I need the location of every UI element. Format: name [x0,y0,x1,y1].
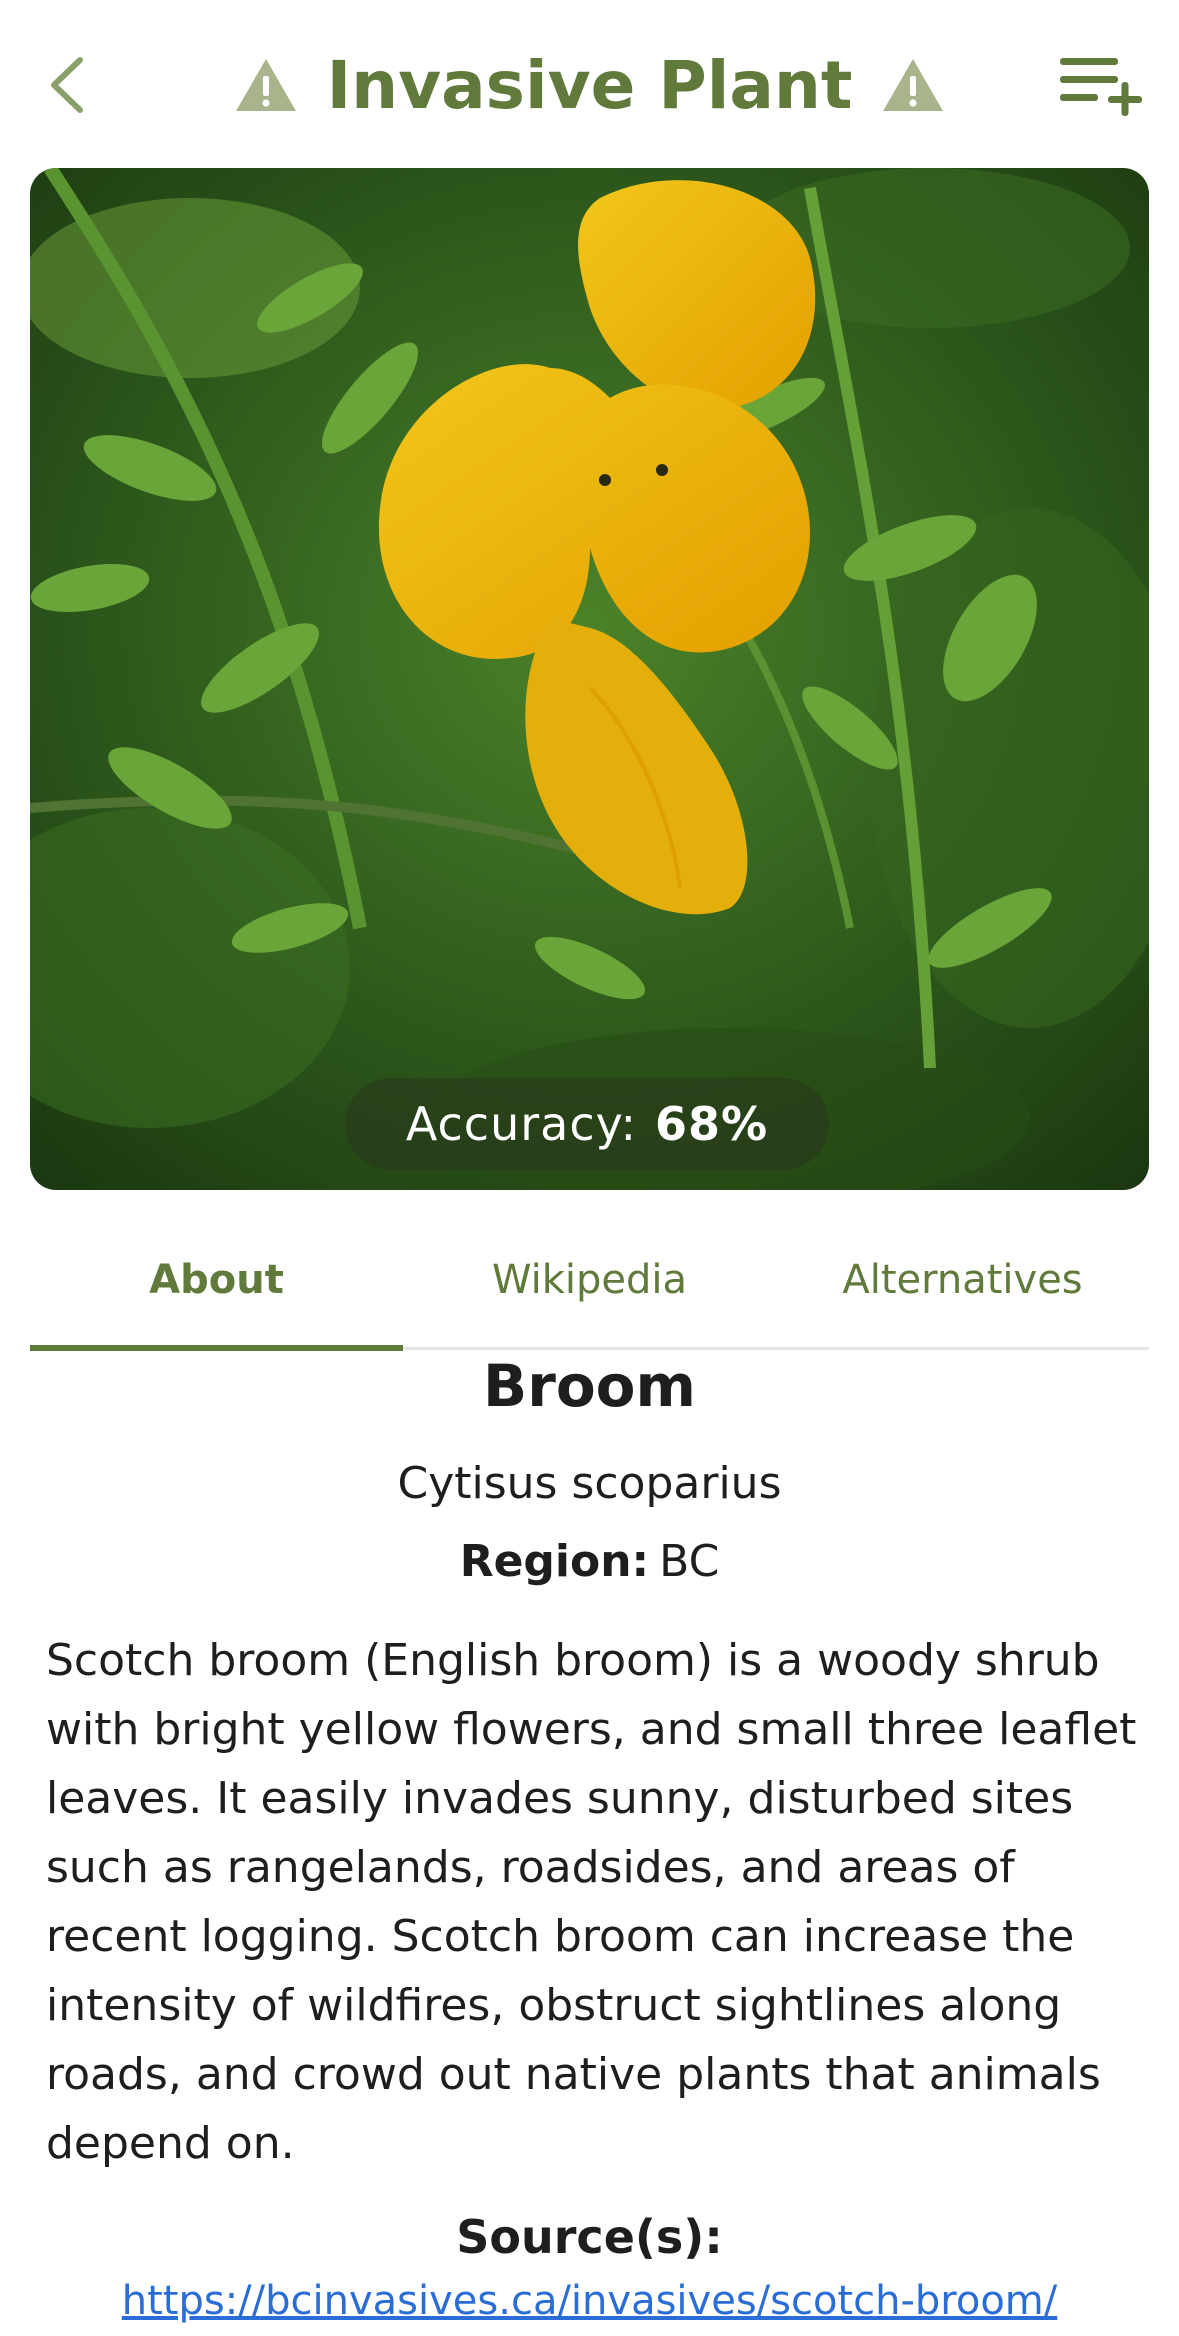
warning-triangle-icon [883,59,944,111]
plant-common-name: Broom [483,1352,696,1420]
active-tab-indicator [30,1345,403,1351]
region-label: Region: [459,1536,650,1587]
warning-triangle-icon [235,59,296,111]
broom-flower-image [30,168,1149,1190]
plant-scientific-name: Cytisus scoparius [397,1458,782,1509]
title-group: Invasive Plant [0,40,1179,130]
add-to-list-button[interactable] [1058,52,1148,122]
tab-about[interactable]: About [30,1215,403,1345]
top-bar: Invasive Plant [0,0,1179,168]
region-value: BC [659,1536,720,1587]
accuracy-label: Accuracy: [405,1097,638,1151]
playlist-add-icon [1060,58,1142,116]
accuracy-value: 68% [655,1097,769,1151]
tab-wikipedia[interactable]: Wikipedia [403,1215,776,1345]
region-line: Region: BC [0,1536,1179,1587]
page-title: Invasive Plant [326,46,853,124]
tab-alternatives[interactable]: Alternatives [776,1215,1149,1345]
plant-photo: Accuracy: 68% [30,168,1149,1190]
tab-bar: About Wikipedia Alternatives [30,1215,1149,1351]
source-link[interactable]: https://bcinvasives.ca/invasives/scotch-… [0,2278,1179,2324]
sources-heading: Source(s): [456,2210,723,2264]
accuracy-badge: Accuracy: 68% [345,1078,829,1170]
plant-description: Scotch broom (English broom) is a woody … [46,1635,1137,2169]
